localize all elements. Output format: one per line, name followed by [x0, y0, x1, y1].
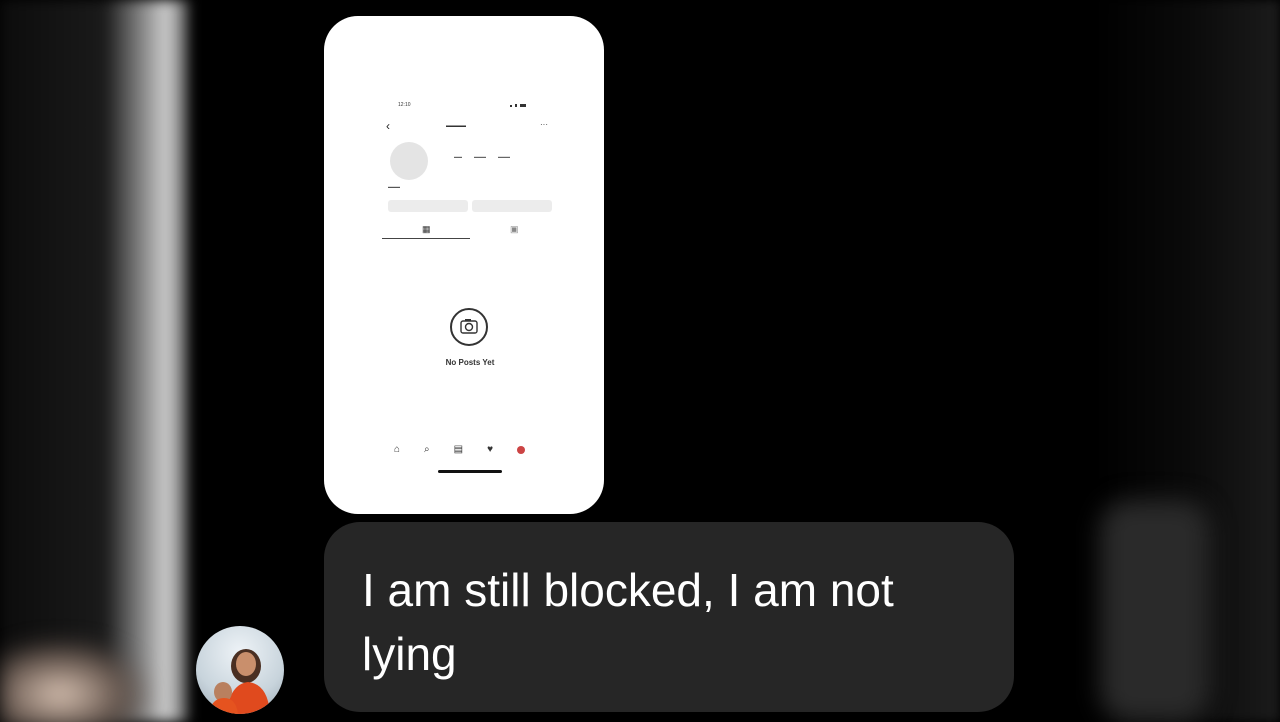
camera-icon: [450, 308, 488, 346]
shared-screenshot-image[interactable]: 12:10 ‹ ▬▬▬▬ ··· ▬▬ ▬▬▬ ▬▬▬ ▬▬▬ ▦ ▣ No Po: [324, 16, 604, 514]
tab-underline: [382, 238, 470, 239]
status-icons: [510, 104, 526, 107]
empty-state-text: No Posts Yet: [445, 358, 495, 367]
message-text: I am still blocked, I am not lying: [362, 564, 894, 680]
profile-avatar-placeholder: [390, 142, 428, 180]
home-indicator: [438, 470, 502, 473]
search-icon: ⌕: [424, 444, 430, 455]
bottom-navigation: ⌂ ⌕ ▤ ♥: [394, 444, 526, 455]
reels-icon: ▤: [453, 444, 464, 455]
back-arrow-icon: ‹: [386, 119, 390, 133]
profile-username: ▬▬▬▬: [446, 123, 466, 129]
tagged-tab-icon: ▣: [510, 224, 519, 234]
blurred-left-panel: [0, 0, 190, 722]
grid-tab-icon: ▦: [422, 224, 431, 234]
message-bubble[interactable]: I am still blocked, I am not lying: [324, 522, 1014, 712]
sender-avatar[interactable]: [196, 626, 284, 714]
profile-icon: [517, 445, 526, 454]
chat-screen: 12:10 ‹ ▬▬▬▬ ··· ▬▬ ▬▬▬ ▬▬▬ ▬▬▬ ▦ ▣ No Po: [0, 0, 1280, 722]
blurred-right-shape: [1100, 500, 1210, 722]
profile-name: ▬▬▬: [388, 184, 400, 189]
more-icon: ···: [540, 120, 548, 129]
heart-icon: ♥: [487, 444, 494, 455]
follow-button: [388, 200, 468, 212]
profile-stats: ▬▬ ▬▬▬ ▬▬▬: [454, 154, 510, 159]
profile-buttons: [388, 200, 552, 212]
home-icon: ⌂: [394, 444, 401, 455]
blurred-left-glow: [0, 640, 150, 722]
status-time: 12:10: [398, 102, 411, 108]
message-button: [472, 200, 552, 212]
